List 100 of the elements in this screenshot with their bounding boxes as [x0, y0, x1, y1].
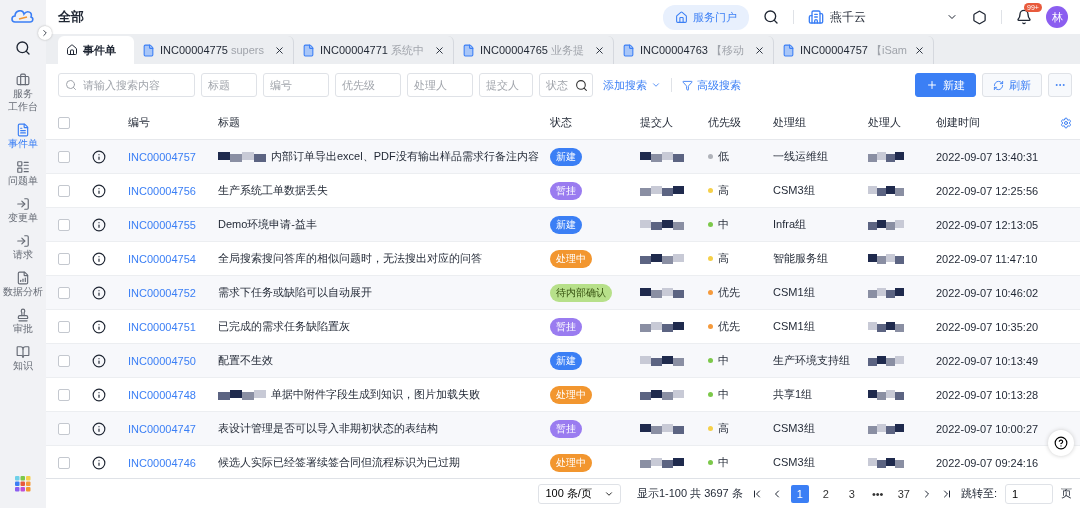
- nav-icon[interactable]: [16, 271, 30, 285]
- filter-field[interactable]: 编号: [263, 73, 329, 97]
- ticket-id-link[interactable]: INC00004755: [128, 218, 196, 231]
- row-checkbox[interactable]: [58, 388, 70, 401]
- search-icon[interactable]: [15, 40, 31, 56]
- tab[interactable]: INC00004771 系统中: [294, 36, 454, 64]
- page-size-select[interactable]: 100 条/页: [538, 483, 621, 504]
- filter-field[interactable]: 处理人: [407, 73, 473, 97]
- page-button[interactable]: 37: [894, 484, 913, 503]
- info-icon[interactable]: [92, 149, 106, 164]
- sidebar-item[interactable]: 变更单: [0, 194, 46, 227]
- sidebar-item[interactable]: 知识: [0, 342, 46, 375]
- ticket-id-link[interactable]: INC00004756: [128, 184, 196, 197]
- tab[interactable]: INC00004775 supers: [134, 36, 294, 64]
- close-icon[interactable]: [434, 44, 445, 56]
- page-button[interactable]: 2: [816, 484, 835, 503]
- filter-field[interactable]: 状态: [539, 73, 593, 97]
- info-icon[interactable]: [92, 285, 106, 300]
- row-checkbox[interactable]: [58, 252, 70, 265]
- close-icon[interactable]: [594, 44, 605, 56]
- jump-field[interactable]: 1: [1005, 483, 1053, 504]
- page-title: 全部: [58, 8, 85, 26]
- nav-icon[interactable]: [16, 197, 30, 211]
- settings-icon[interactable]: [972, 9, 987, 25]
- sidebar-item[interactable]: 事件单: [0, 120, 46, 153]
- info-icon[interactable]: [92, 421, 106, 436]
- ticket-title: 内部订单导出excel、PDF没有输出样品需求行备注内容: [271, 149, 539, 164]
- ticket-title: 生产系统工单数据丢失: [218, 183, 328, 198]
- info-icon[interactable]: [92, 251, 106, 266]
- sidebar-item[interactable]: 数据分析: [0, 268, 46, 301]
- sidebar-item[interactable]: 服务 工作台: [0, 70, 46, 116]
- nav-icon[interactable]: [16, 234, 30, 248]
- ticket-id-link[interactable]: INC00004754: [128, 252, 196, 265]
- ticket-id-link[interactable]: INC00004751: [128, 320, 196, 333]
- row-checkbox[interactable]: [58, 218, 70, 231]
- refresh-button[interactable]: 刷新: [982, 73, 1042, 97]
- filter-field[interactable]: 标题: [201, 73, 257, 97]
- info-icon[interactable]: [92, 183, 106, 198]
- row-checkbox[interactable]: [58, 150, 70, 163]
- caret-icon: [651, 80, 661, 90]
- info-icon[interactable]: [92, 387, 106, 402]
- close-icon[interactable]: [754, 44, 765, 56]
- info-icon[interactable]: [92, 217, 106, 232]
- created-time: 2022-09-07 09:24:16: [936, 456, 1039, 469]
- row-checkbox[interactable]: [58, 320, 70, 333]
- page-button[interactable]: 1: [790, 484, 809, 503]
- row-checkbox[interactable]: [58, 422, 70, 435]
- filter-field[interactable]: 优先级: [335, 73, 401, 97]
- ticket-id-link[interactable]: INC00004748: [128, 388, 196, 401]
- status-badge: 暂挂: [550, 419, 582, 438]
- filter-field[interactable]: 提交人: [479, 73, 533, 97]
- nav-icon[interactable]: [16, 345, 30, 359]
- close-icon[interactable]: [274, 44, 285, 56]
- nav-icon[interactable]: [16, 308, 30, 322]
- page-button[interactable]: 3: [842, 484, 861, 503]
- row-checkbox[interactable]: [58, 184, 70, 197]
- sidebar-item[interactable]: 审批: [0, 305, 46, 338]
- add-search-link[interactable]: 添加搜索: [599, 77, 665, 93]
- tab[interactable]: 事件单: [58, 36, 134, 64]
- status-badge: 处理中: [550, 453, 592, 472]
- user-avatar[interactable]: 林: [1046, 6, 1068, 28]
- advanced-search-link[interactable]: 高级搜索: [678, 77, 745, 93]
- nav-icon[interactable]: [16, 73, 30, 87]
- nav-icon[interactable]: [16, 123, 30, 137]
- created-time: 2022-09-07 11:47:10: [936, 252, 1038, 265]
- pixelated-name-drawing: [640, 457, 684, 468]
- ticket-title: 已完成的需求任务缺陷置灰: [218, 319, 350, 334]
- select-all-checkbox[interactable]: [58, 116, 70, 129]
- ticket-id-link[interactable]: INC00004747: [128, 422, 196, 435]
- plus-icon: [926, 79, 938, 91]
- tab[interactable]: INC00004765 业务提: [454, 36, 614, 64]
- sidebar-item[interactable]: 问题单: [0, 157, 46, 190]
- row-checkbox[interactable]: [58, 354, 70, 367]
- created-time: 2022-09-07 10:46:02: [936, 286, 1039, 299]
- expand-icon[interactable]: [38, 26, 52, 40]
- column-header: 编号: [128, 115, 150, 130]
- search-icon[interactable]: [763, 9, 779, 25]
- nav-icon[interactable]: [16, 160, 30, 174]
- info-icon[interactable]: [92, 353, 106, 368]
- ticket-id-link[interactable]: INC00004746: [128, 456, 196, 469]
- page-button[interactable]: •••: [868, 484, 887, 503]
- new-button[interactable]: 新建: [915, 73, 976, 97]
- search-field[interactable]: 请输入搜索内容: [58, 73, 195, 97]
- ticket-id-link[interactable]: INC00004750: [128, 354, 196, 367]
- info-icon[interactable]: [92, 319, 106, 334]
- row-checkbox[interactable]: [58, 286, 70, 299]
- close-icon[interactable]: [914, 44, 925, 56]
- ticket-id-link[interactable]: INC00004752: [128, 286, 196, 299]
- tab[interactable]: INC00004763 【移动: [614, 36, 774, 64]
- row-checkbox[interactable]: [58, 456, 70, 469]
- status-badge: 新建: [550, 215, 582, 234]
- portal-button[interactable]: 服务门户: [663, 4, 749, 30]
- bell-icon[interactable]: [1016, 9, 1032, 25]
- ticket-id-link[interactable]: INC00004757: [128, 150, 196, 163]
- apps-grid-icon[interactable]: [15, 476, 31, 492]
- tab[interactable]: INC00004757 【iSam: [774, 36, 934, 64]
- org-name[interactable]: 燕千云: [830, 8, 940, 26]
- search-icon[interactable]: [575, 79, 588, 92]
- sidebar-item[interactable]: 请求: [0, 231, 46, 264]
- info-icon[interactable]: [92, 455, 106, 470]
